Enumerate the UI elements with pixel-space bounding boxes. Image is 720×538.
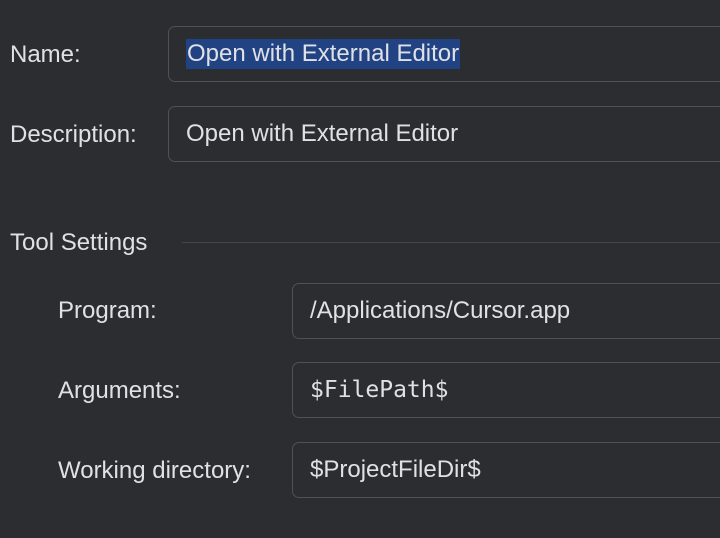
arguments-label: Arguments: <box>58 377 181 404</box>
section-divider <box>182 242 720 243</box>
program-field[interactable]: /Applications/Cursor.app <box>292 283 720 339</box>
working-directory-label: Working directory: <box>58 457 251 484</box>
program-label: Program: <box>58 297 157 324</box>
arguments-field[interactable]: $FilePath$ <box>292 362 720 418</box>
arguments-field-value: $FilePath$ <box>310 377 449 403</box>
program-field-value: /Applications/Cursor.app <box>310 297 571 324</box>
name-label: Name: <box>10 41 81 68</box>
description-label: Description: <box>10 121 137 148</box>
working-directory-field[interactable]: $ProjectFileDir$ <box>292 442 720 498</box>
name-field[interactable]: Open with External Editor <box>168 26 720 82</box>
name-field-value: Open with External Editor <box>186 39 461 69</box>
tool-settings-title: Tool Settings <box>10 229 148 256</box>
description-field-value: Open with External Editor <box>186 120 459 147</box>
description-field[interactable]: Open with External Editor <box>168 106 720 162</box>
working-directory-field-value: $ProjectFileDir$ <box>310 456 481 483</box>
